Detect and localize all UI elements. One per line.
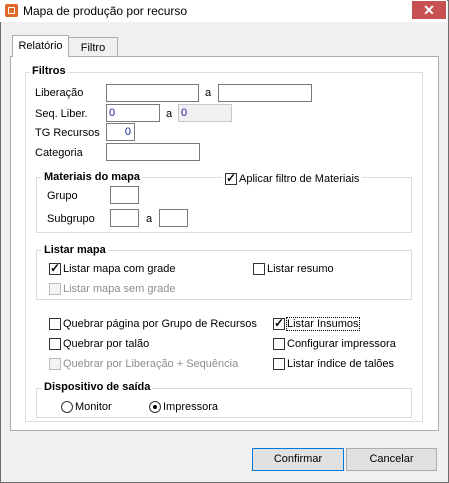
liberacao-sep: a xyxy=(205,87,212,99)
listar-resumo-label: Listar resumo xyxy=(267,263,334,275)
dispositivo-group-label: Dispositivo de saída xyxy=(42,381,153,393)
window-title: Mapa de produção por recurso xyxy=(23,4,188,18)
listar-indice-box xyxy=(273,358,285,370)
seq-liber-from-input[interactable]: 0 xyxy=(106,104,160,122)
app-icon xyxy=(5,4,18,17)
confirmar-button[interactable]: Confirmar xyxy=(252,448,344,471)
grupo-input[interactable] xyxy=(110,186,139,204)
subgrupo-from-input[interactable] xyxy=(110,209,139,227)
tg-recursos-input[interactable]: 0 xyxy=(106,123,135,141)
materiais-group-label: Materiais do mapa xyxy=(42,171,142,183)
close-icon: ✕ xyxy=(423,2,435,18)
impressora-radio-circle xyxy=(149,401,161,413)
aplicar-filtro-checkbox[interactable]: Aplicar filtro de Materiais xyxy=(222,170,362,186)
configurar-impressora-label: Configurar impressora xyxy=(287,338,396,350)
liberacao-from-input[interactable] xyxy=(106,84,199,102)
tab-filtro[interactable]: Filtro xyxy=(68,37,118,57)
seq-liber-label: Seq. Liber. xyxy=(35,108,88,120)
listar-sem-grade-checkbox[interactable]: Listar mapa sem grade xyxy=(46,281,206,297)
listar-insumos-box xyxy=(273,316,285,330)
quebrar-pagina-label: Quebrar página por Grupo de Recursos xyxy=(63,318,257,330)
quebrar-liberacao-checkbox[interactable]: Quebrar por Liberação + Sequência xyxy=(46,356,256,372)
listar-indice-label: Listar índice de talões xyxy=(287,358,395,370)
tg-recursos-label: TG Recursos xyxy=(35,127,100,139)
quebrar-talao-checkbox[interactable]: Quebrar por talão xyxy=(46,336,206,352)
tab-relatorio[interactable]: Relatório xyxy=(12,35,69,57)
impressora-radio-label: Impressora xyxy=(163,401,219,413)
monitor-radio[interactable]: Monitor xyxy=(58,399,128,415)
monitor-radio-circle xyxy=(61,401,73,413)
subgrupo-label: Subgrupo xyxy=(47,213,95,225)
subgrupo-to-input[interactable] xyxy=(159,209,188,227)
seq-liber-to-input[interactable]: 0 xyxy=(178,104,232,122)
listar-com-grade-box xyxy=(49,261,61,275)
listar-mapa-group-label: Listar mapa xyxy=(42,244,108,256)
quebrar-liberacao-box xyxy=(49,358,61,370)
cancelar-button[interactable]: Cancelar xyxy=(346,448,437,471)
configurar-impressora-box xyxy=(273,338,285,350)
quebrar-pagina-checkbox[interactable]: Quebrar página por Grupo de Recursos xyxy=(46,316,266,332)
grupo-label: Grupo xyxy=(47,190,78,202)
close-button[interactable]: ✕ xyxy=(412,1,446,19)
listar-resumo-checkbox[interactable]: Listar resumo xyxy=(250,261,370,277)
listar-resumo-box xyxy=(253,263,265,275)
liberacao-label: Liberação xyxy=(35,87,84,99)
categoria-label: Categoria xyxy=(35,147,83,159)
quebrar-pagina-box xyxy=(49,318,61,330)
listar-indice-checkbox[interactable]: Listar índice de talões xyxy=(270,356,410,372)
impressora-radio[interactable]: Impressora xyxy=(146,399,236,415)
tab-filtro-label: Filtro xyxy=(80,42,106,54)
filtros-group-label: Filtros xyxy=(30,65,68,77)
quebrar-talao-box xyxy=(49,338,61,350)
aplicar-filtro-box xyxy=(225,171,237,185)
monitor-radio-label: Monitor xyxy=(75,401,112,413)
configurar-impressora-checkbox[interactable]: Configurar impressora xyxy=(270,336,410,352)
listar-insumos-label: Listar Insumos xyxy=(286,317,360,331)
listar-insumos-checkbox[interactable]: Listar Insumos xyxy=(270,316,390,332)
listar-com-grade-checkbox[interactable]: Listar mapa com grade xyxy=(46,261,206,277)
liberacao-to-input[interactable] xyxy=(218,84,312,102)
subgrupo-sep: a xyxy=(146,213,153,225)
categoria-input[interactable] xyxy=(106,143,200,161)
seq-liber-sep: a xyxy=(166,108,173,120)
quebrar-talao-label: Quebrar por talão xyxy=(63,338,150,350)
title-bar: Mapa de produção por recurso ✕ xyxy=(0,0,447,22)
listar-com-grade-label: Listar mapa com grade xyxy=(63,263,176,275)
tab-relatorio-label: Relatório xyxy=(18,40,63,52)
quebrar-liberacao-label: Quebrar por Liberação + Sequência xyxy=(63,358,239,370)
listar-sem-grade-label: Listar mapa sem grade xyxy=(63,283,176,295)
aplicar-filtro-label: Aplicar filtro de Materiais xyxy=(239,173,360,185)
listar-sem-grade-box xyxy=(49,283,61,295)
